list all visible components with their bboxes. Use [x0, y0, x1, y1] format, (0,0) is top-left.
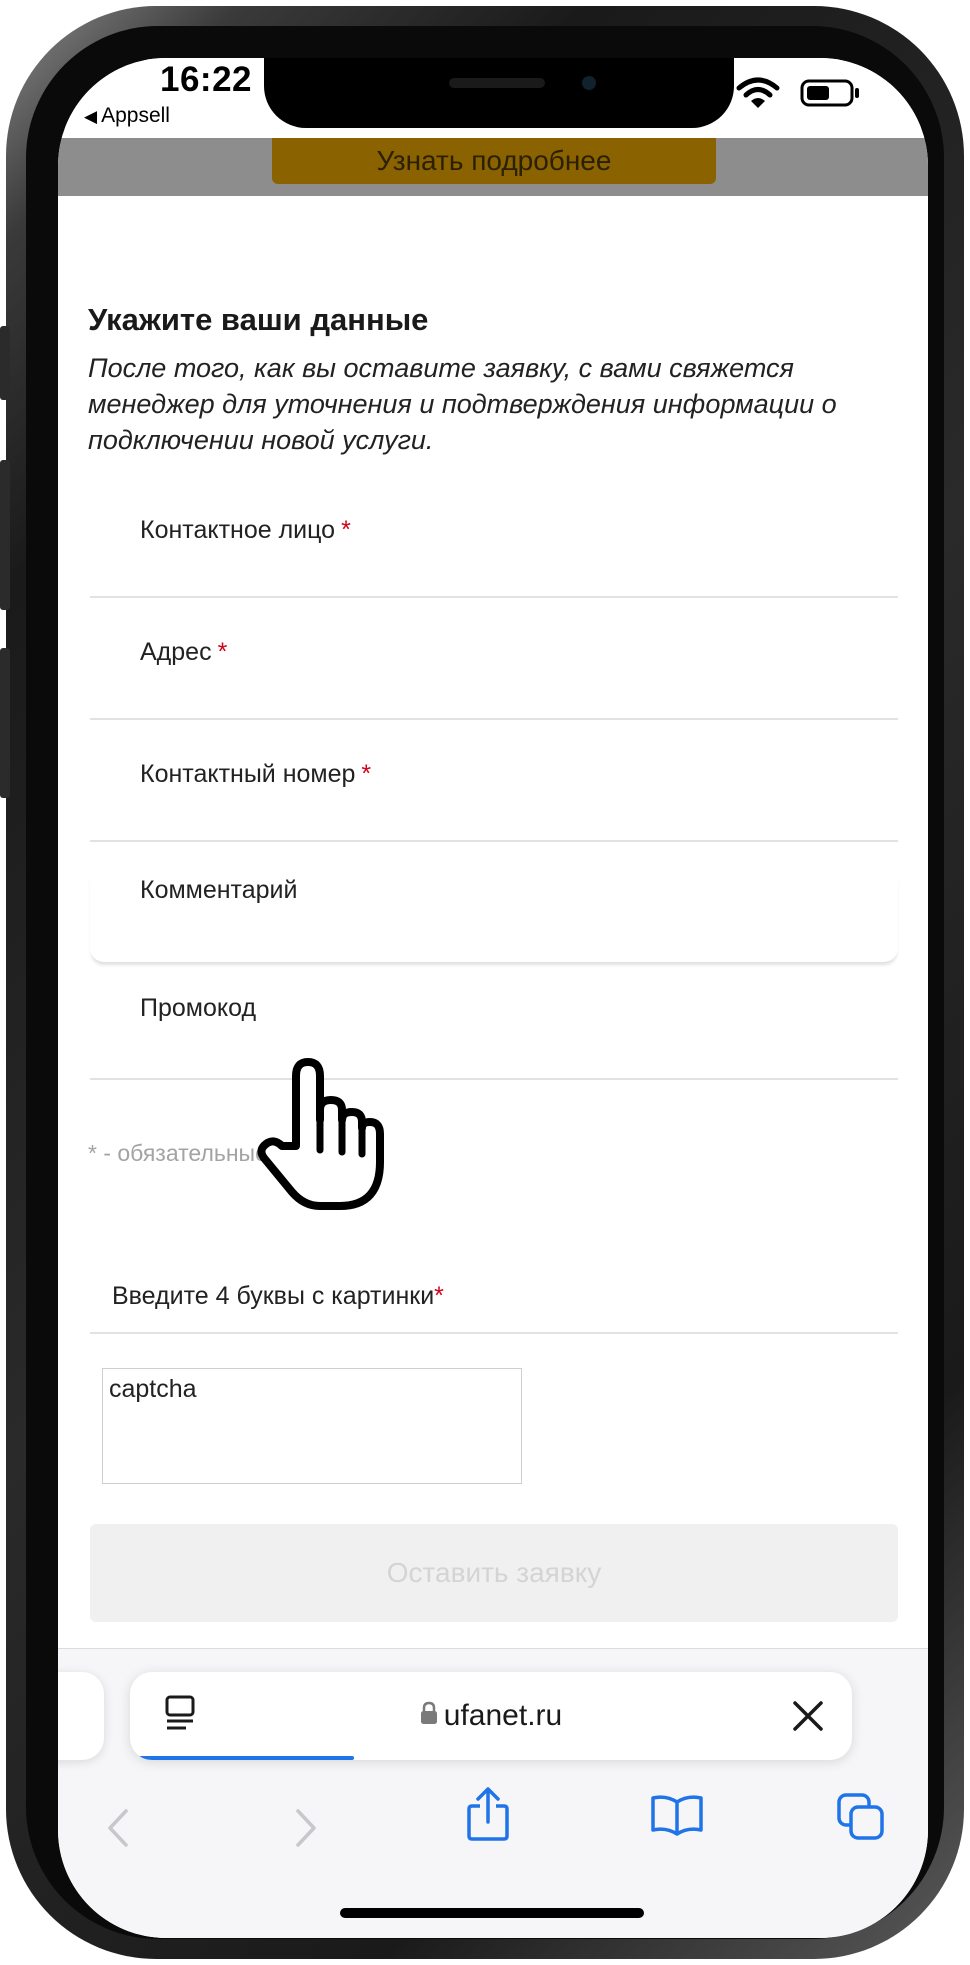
phone-screen: 16:22 ◀ Appsell Узнать подробнее Укажите …	[58, 58, 928, 1938]
address-field[interactable]: Адрес *	[90, 638, 898, 720]
required-marker: *	[217, 638, 228, 666]
required-marker: *	[434, 1282, 444, 1310]
camera-notch	[264, 58, 734, 128]
comment-field[interactable]: Комментарий	[90, 876, 898, 962]
promo-code-field[interactable]: Промокод	[90, 994, 898, 1080]
mute-switch	[0, 326, 10, 400]
back-app-label: Appsell	[101, 104, 170, 127]
back-arrow-icon: ◀	[84, 107, 98, 126]
speaker-grille	[449, 78, 545, 88]
back-to-app-link[interactable]: ◀ Appsell	[84, 104, 170, 128]
forward-chevron-icon[interactable]	[290, 1808, 320, 1848]
address-label: Адрес *	[140, 638, 228, 666]
page-load-progress	[130, 1756, 852, 1760]
page-load-progress-fill	[130, 1756, 354, 1760]
url-display[interactable]: ufanet.ru	[130, 1672, 852, 1760]
hand-cursor-icon	[257, 1058, 384, 1210]
share-icon[interactable]	[466, 1786, 510, 1842]
contact-person-field[interactable]: Контактное лицо *	[90, 516, 898, 598]
required-marker: *	[361, 760, 372, 788]
submit-request-button[interactable]: Оставить заявку	[90, 1524, 898, 1622]
volume-up-button	[0, 460, 10, 610]
form-title: Укажите ваши данные	[88, 302, 429, 337]
tabs-icon[interactable]	[836, 1792, 886, 1842]
contact-number-field[interactable]: Контактный номер *	[90, 760, 898, 842]
previous-tab-peek[interactable]	[58, 1672, 104, 1760]
captcha-label: Введите 4 буквы с картинки*	[112, 1282, 444, 1310]
back-chevron-icon[interactable]	[104, 1808, 134, 1848]
status-time: 16:22	[160, 60, 253, 99]
promo-code-label: Промокод	[140, 994, 257, 1022]
captcha-divider	[90, 1332, 898, 1334]
captcha-image: captcha	[102, 1368, 522, 1484]
front-camera	[582, 76, 596, 90]
home-indicator[interactable]	[340, 1908, 644, 1918]
contact-person-label: Контактное лицо *	[140, 516, 351, 544]
bookmarks-icon[interactable]	[650, 1794, 704, 1836]
toolbar-divider	[58, 1648, 928, 1649]
contact-number-label: Контактный номер *	[140, 760, 372, 788]
required-marker: *	[341, 516, 351, 544]
volume-down-button	[0, 648, 10, 798]
battery-icon	[800, 79, 859, 107]
captcha-alt-text: captcha	[109, 1375, 197, 1403]
comment-label: Комментарий	[140, 876, 298, 904]
address-bar[interactable]: ufanet.ru	[130, 1672, 852, 1760]
url-text: ufanet.ru	[443, 1699, 563, 1732]
learn-more-button[interactable]: Узнать подробнее	[272, 138, 716, 184]
lock-icon	[420, 1701, 437, 1724]
form-description: После того, как вы оставите заявку, с ва…	[88, 353, 837, 455]
stop-loading-icon[interactable]	[790, 1698, 826, 1734]
wifi-icon	[736, 77, 780, 108]
